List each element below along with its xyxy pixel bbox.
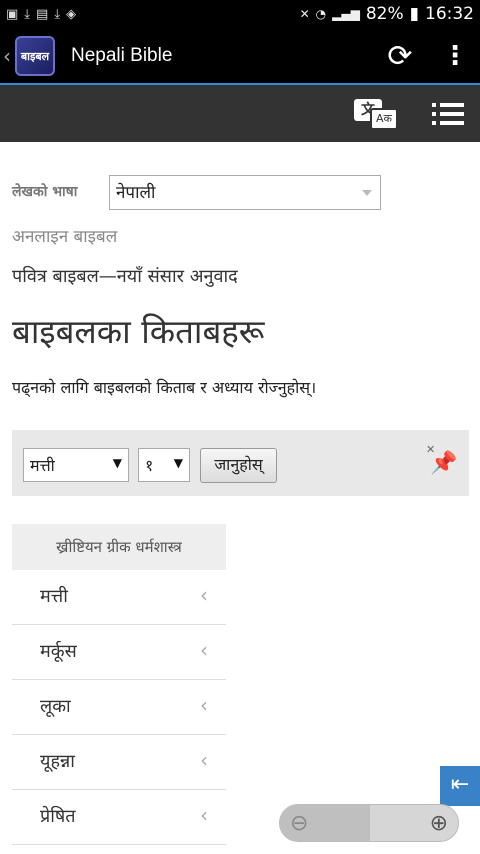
battery-level: 82%: [365, 4, 404, 24]
signal-icon: ▂▄▆: [332, 7, 360, 21]
language-label: लेखको भाषा: [12, 184, 78, 200]
status-system-icons: ✕ ◔ ▂▄▆ 82% ▮ 16:32: [300, 4, 474, 24]
app-bar: ‹ बाइबल Nepali Bible ⟳ ⋮: [0, 28, 480, 104]
list-item[interactable]: मर्कूस ‹: [12, 625, 226, 680]
zoom-in-icon[interactable]: ⊕: [369, 805, 458, 841]
refresh-icon[interactable]: ⟳: [370, 39, 430, 74]
instructions-text: पढ्नको लागि बाइबलको किताब र अध्याय रोज्न…: [12, 378, 317, 397]
go-button[interactable]: जानुहोस्: [200, 448, 277, 483]
book-chapter-selector: मत्ती ▼ १ ▼ जानुहोस् ✕ 📌: [12, 430, 469, 496]
language-select[interactable]: नेपाली: [109, 175, 381, 210]
gallery-icon: ▣: [6, 6, 19, 22]
battery-icon: ▮: [409, 4, 419, 24]
collapse-sidebar-icon[interactable]: ⇤: [440, 766, 480, 806]
overflow-menu-icon[interactable]: ⋮: [430, 41, 480, 71]
chevron-left-icon: ‹: [200, 693, 208, 717]
chapter-select[interactable]: १ ▼: [138, 448, 190, 482]
clock: 16:32: [425, 4, 474, 24]
translation-name: पवित्र बाइबल—नयाँ संसार अनुवाद: [12, 266, 238, 287]
zoom-control: ⊖ ⊕: [279, 804, 459, 842]
pin-icon[interactable]: ✕ 📌: [422, 443, 457, 477]
chevron-left-icon: ‹: [200, 803, 208, 827]
download-icon: ⤓: [54, 6, 61, 22]
wifi-icon: ◔: [315, 7, 327, 21]
chevron-left-icon: ‹: [200, 748, 208, 772]
books-list: ख्रीष्टियन ग्रीक धर्मशास्त्र मत्ती ‹ मर्…: [12, 524, 226, 845]
list-item[interactable]: लूका ‹: [12, 680, 226, 735]
language-icon[interactable]: 文 Aक: [354, 99, 400, 130]
section-header: ख्रीष्टियन ग्रीक धर्मशास्त्र: [12, 524, 226, 570]
dropdown-arrow-icon: ▼: [173, 456, 183, 470]
menu-list-icon[interactable]: [432, 103, 464, 127]
chevron-left-icon: ‹: [200, 638, 208, 662]
app-title: Nepali Bible: [71, 45, 173, 66]
app-logo[interactable]: बाइबल: [15, 36, 55, 76]
status-bar: ▣ ⤓ ▤ ⤓ ◈ ✕ ◔ ▂▄▆ 82% ▮ 16:32: [0, 0, 480, 28]
list-item[interactable]: मत्ती ‹: [12, 570, 226, 625]
status-notification-icons: ▣ ⤓ ▤ ⤓ ◈: [6, 7, 76, 22]
download-icon: ⤓: [24, 6, 31, 22]
dropdown-arrow-icon: [362, 190, 372, 196]
back-chevron-icon[interactable]: ‹: [3, 44, 15, 68]
dropdown-arrow-icon: ▼: [112, 456, 122, 470]
chevron-left-icon: ‹: [200, 583, 208, 607]
shield-icon: ◈: [66, 6, 77, 22]
page-title: बाइबलका किताबहरू: [12, 312, 265, 351]
zoom-out-icon[interactable]: ⊖: [280, 805, 370, 841]
online-bible-link[interactable]: अनलाइन बाइबल: [12, 224, 117, 247]
book-select[interactable]: मत्ती ▼: [23, 448, 129, 482]
list-item[interactable]: प्रेषित ‹: [12, 790, 226, 845]
site-toolbar: 文 Aक: [0, 85, 480, 142]
list-item[interactable]: यूहन्ना ‹: [12, 735, 226, 790]
mute-icon: ✕: [299, 7, 310, 21]
image-icon: ▤: [36, 6, 49, 22]
